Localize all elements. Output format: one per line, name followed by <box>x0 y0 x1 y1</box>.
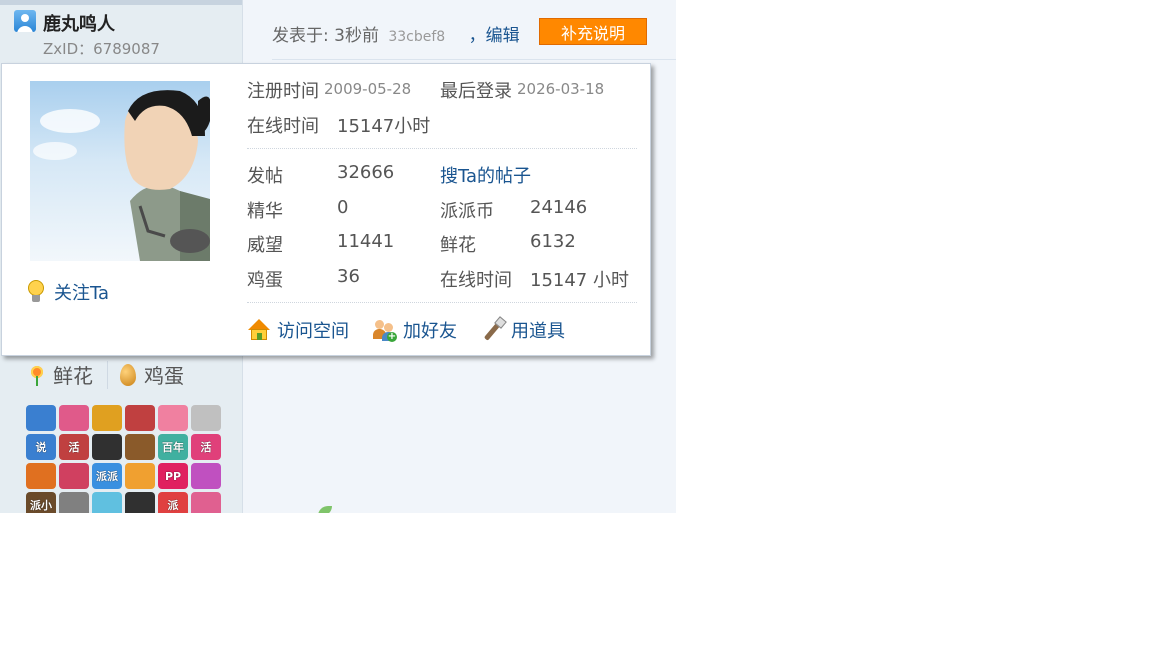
gift-row: 鲜花 鸡蛋 <box>27 360 184 389</box>
edit-link[interactable]: ，编辑 <box>469 26 520 46</box>
supplement-button[interactable]: 补充说明 <box>539 18 647 45</box>
visit-space-label[interactable]: 访问空间 <box>277 317 349 343</box>
medal-badge[interactable] <box>26 463 56 489</box>
user-icon <box>14 10 36 32</box>
medal-badge[interactable] <box>158 405 188 431</box>
online-label: 在线时间 <box>247 116 319 137</box>
posts-label: 发帖 <box>247 166 283 187</box>
post-hash: 33cbef8 <box>388 29 446 45</box>
eggs-value: 36 <box>337 266 360 287</box>
medal-badge[interactable]: 派小 <box>26 492 56 513</box>
medal-badge[interactable]: 说 <box>26 434 56 460</box>
author-username[interactable]: 鹿丸鸣人 <box>43 10 115 36</box>
medal-list: 说活百年活派派 PP 派小派 <box>26 405 224 513</box>
prestige-value: 11441 <box>337 231 395 252</box>
author-topbar <box>0 0 242 5</box>
medal-badge[interactable] <box>92 405 122 431</box>
wand-icon <box>481 316 507 342</box>
flower-icon[interactable] <box>27 364 47 386</box>
medal-badge[interactable]: 活 <box>191 434 221 460</box>
medal-badge[interactable]: 活 <box>59 434 89 460</box>
visit-space-action[interactable]: 访问空间 <box>247 317 349 343</box>
medal-badge[interactable] <box>191 405 221 431</box>
avatar-image <box>33 90 210 261</box>
online2-label: 在线时间 <box>440 270 512 291</box>
home-icon <box>247 318 271 342</box>
use-item-label[interactable]: 用道具 <box>511 317 565 343</box>
meta-divider <box>272 59 676 60</box>
digest-label: 精华 <box>247 201 283 222</box>
add-friend-label[interactable]: 加好友 <box>403 317 457 343</box>
medal-badge[interactable] <box>59 463 89 489</box>
user-info-popup: 关注Ta 注册时间 2009-05-28 最后登录 2026-03-18 在线时… <box>1 63 651 356</box>
bulb-icon[interactable] <box>26 280 46 304</box>
medal-badge[interactable]: 百年 <box>158 434 188 460</box>
medal-badge[interactable] <box>125 463 155 489</box>
register-label: 注册时间 <box>247 81 319 102</box>
popup-divider-bottom <box>247 302 637 303</box>
add-friend-action[interactable]: + 加好友 <box>373 317 457 343</box>
gift-divider <box>107 360 108 389</box>
author-zxid: ZxID：6789087 <box>43 40 160 58</box>
avatar[interactable] <box>30 81 210 261</box>
medal-badge[interactable] <box>92 434 122 460</box>
popup-divider-top <box>247 148 637 149</box>
last-login-value: 2026-03-18 <box>517 80 605 98</box>
last-login-label: 最后登录 <box>440 81 512 102</box>
medal-badge[interactable]: 派 <box>158 492 188 513</box>
flowers-value: 6132 <box>530 231 576 252</box>
prestige-label: 威望 <box>247 235 283 256</box>
egg-label[interactable]: 鸡蛋 <box>144 360 184 389</box>
eggs-label: 鸡蛋 <box>247 270 283 291</box>
medal-badge[interactable] <box>191 463 221 489</box>
medal-badge[interactable] <box>59 492 89 513</box>
use-item-action[interactable]: 用道具 <box>481 316 565 343</box>
medal-badge[interactable] <box>59 405 89 431</box>
online2-value: 15147 小时 <box>530 270 629 291</box>
leaf-icon <box>318 506 332 513</box>
medal-badge[interactable] <box>26 405 56 431</box>
medal-badge[interactable] <box>92 492 122 513</box>
digest-value: 0 <box>337 197 349 218</box>
register-value: 2009-05-28 <box>324 80 412 98</box>
flower-label[interactable]: 鲜花 <box>53 360 93 389</box>
coins-label: 派派币 <box>440 201 494 222</box>
medal-badge[interactable]: PP <box>158 463 188 489</box>
flowers-label: 鲜花 <box>440 235 476 256</box>
follow-row[interactable]: 关注Ta <box>26 279 109 305</box>
medal-badge[interactable] <box>125 405 155 431</box>
coins-value: 24146 <box>530 197 588 218</box>
medal-badge[interactable]: 派派 <box>92 463 122 489</box>
medal-badge[interactable] <box>191 492 221 513</box>
add-friend-icon: + <box>373 318 397 342</box>
medal-badge[interactable] <box>125 434 155 460</box>
online-value: 15147小时 <box>337 116 431 137</box>
post-meta: 发表于: 3秒前 33cbef8 ，编辑 <box>272 21 520 46</box>
posts-value: 32666 <box>337 162 395 183</box>
search-posts-link[interactable]: 搜Ta的帖子 <box>440 162 531 188</box>
follow-link[interactable]: 关注Ta <box>54 279 109 305</box>
medal-badge[interactable] <box>125 492 155 513</box>
posted-time: 发表于: 3秒前 <box>272 26 379 46</box>
egg-icon[interactable] <box>120 363 136 386</box>
